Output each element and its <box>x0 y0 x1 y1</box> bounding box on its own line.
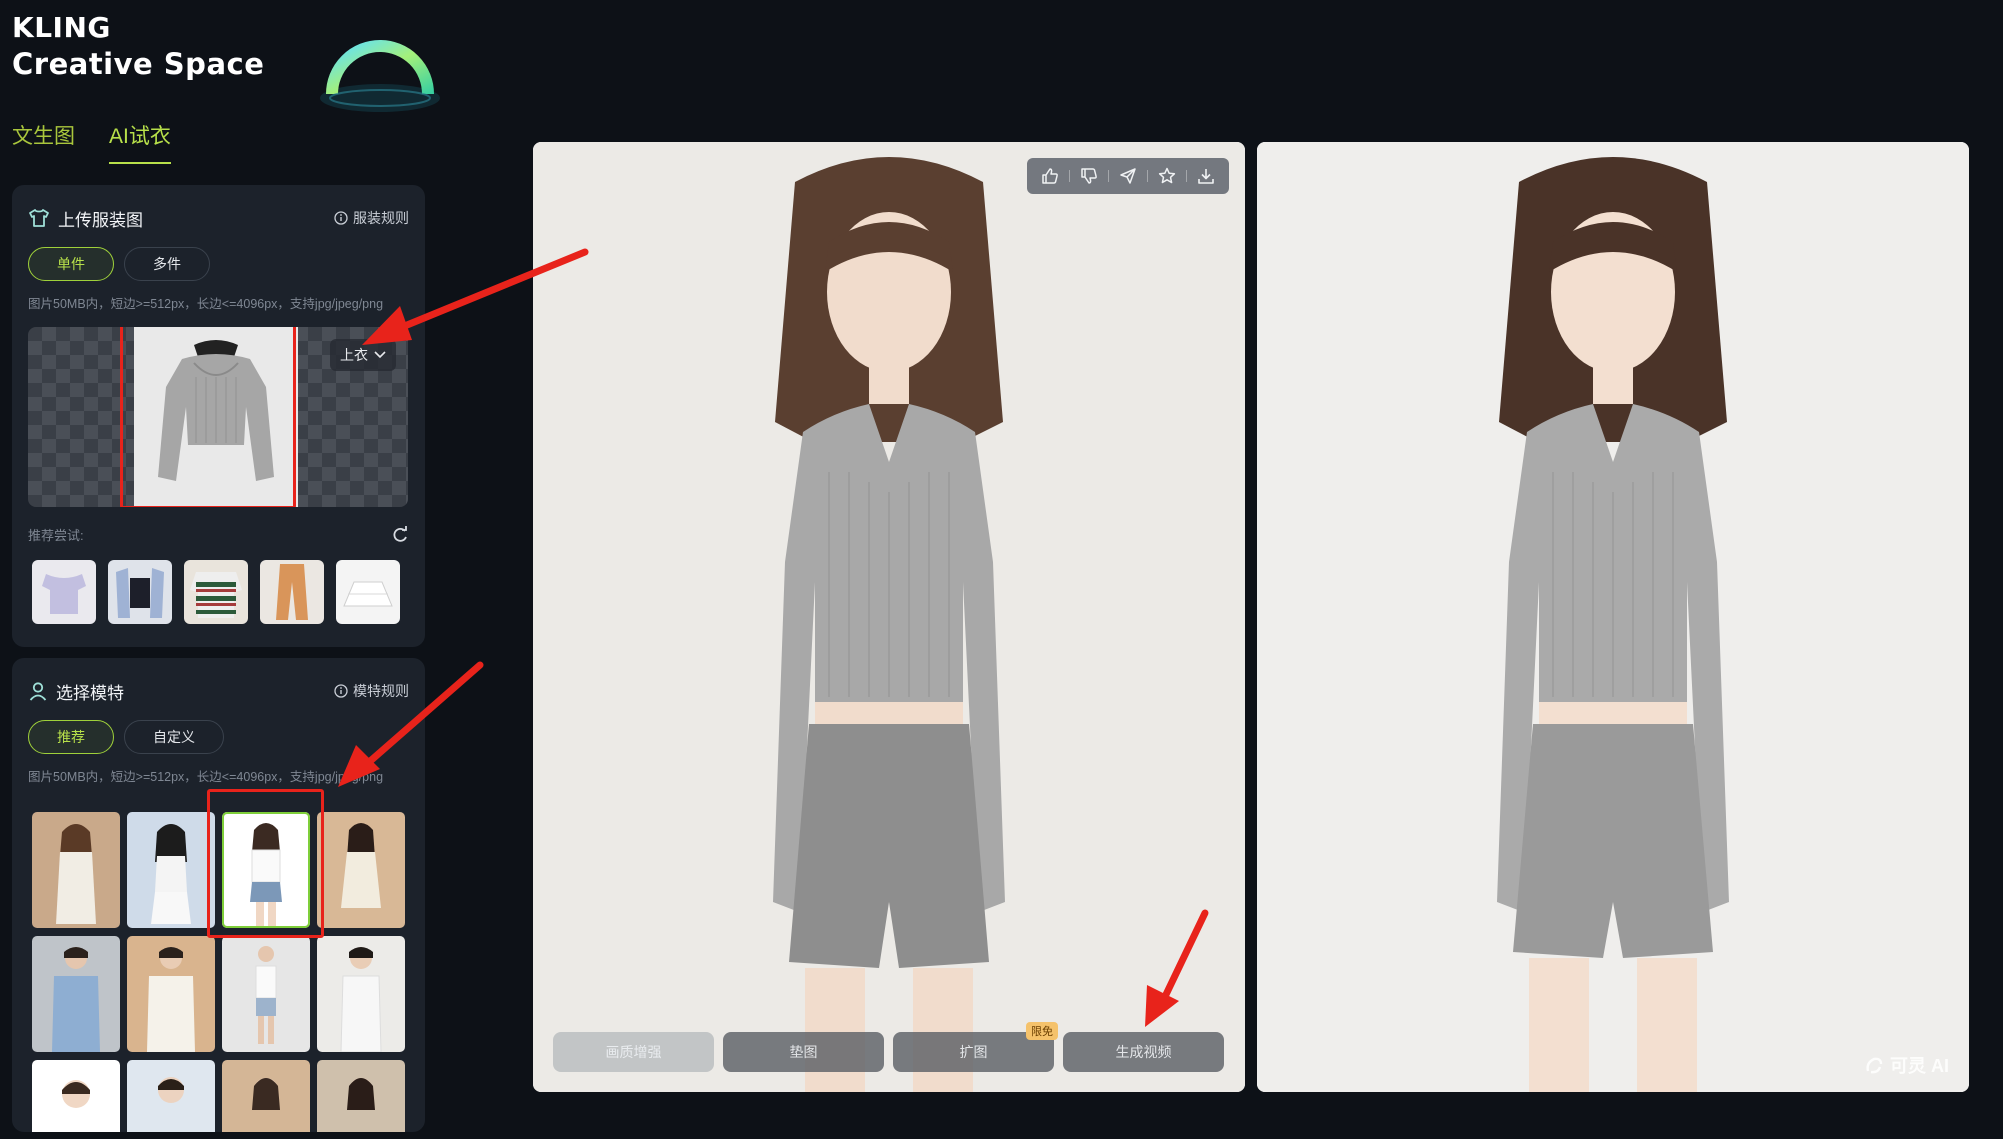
recommend-item-white-skirt[interactable] <box>336 560 400 624</box>
model-thumb[interactable] <box>127 936 215 1052</box>
shirt-icon <box>29 209 49 227</box>
custom-model-button[interactable]: 自定义 <box>124 720 224 754</box>
toolbar-divider <box>1147 170 1148 182</box>
model-thumb[interactable] <box>127 812 215 928</box>
brand-logo: KLING Creative Space <box>12 10 264 82</box>
image-toolbar <box>1027 158 1229 194</box>
model-thumb[interactable] <box>222 1060 310 1132</box>
recommend-item-denim-top[interactable] <box>108 560 172 624</box>
model-thumb[interactable] <box>317 936 405 1052</box>
toolbar-divider <box>1108 170 1109 182</box>
ring-illustration <box>320 40 440 112</box>
kling-logo-icon <box>1866 1057 1883 1074</box>
download-icon[interactable] <box>1193 163 1219 189</box>
tab-ai-tryon[interactable]: AI试衣 <box>109 120 171 164</box>
recommended-models-button[interactable]: 推荐 <box>28 720 114 754</box>
watermark: 可灵 AI <box>1864 1052 1949 1078</box>
recommend-item-orange-pants[interactable] <box>260 560 324 624</box>
result-image-original[interactable]: 画质增强 垫图 扩图 限免 生成视频 <box>533 142 1245 1092</box>
garment-highlight-box <box>120 327 296 507</box>
model-highlight-box <box>207 789 324 938</box>
watermark-text: 可灵 AI <box>1889 1056 1949 1076</box>
recommend-item-striped-polo[interactable] <box>184 560 248 624</box>
result-image-variant[interactable]: 可灵 AI <box>1257 142 1969 1092</box>
model-thumb[interactable] <box>32 936 120 1052</box>
generate-video-button[interactable]: 生成视频 <box>1063 1032 1224 1072</box>
thumbs-down-icon[interactable] <box>1076 163 1102 189</box>
category-value: 上衣 <box>340 347 368 363</box>
toolbar-divider <box>1186 170 1187 182</box>
tryon-photo <box>1257 142 1969 1092</box>
expand-image-button[interactable]: 扩图 限免 <box>893 1022 1058 1072</box>
person-icon <box>29 682 47 701</box>
recommend-item-purple-top[interactable] <box>32 560 96 624</box>
free-badge: 限免 <box>1026 1022 1058 1040</box>
model-thumb[interactable] <box>32 812 120 928</box>
tab-text-to-image[interactable]: 文生图 <box>12 120 75 164</box>
model-thumb[interactable] <box>317 812 405 928</box>
multi-item-button[interactable]: 多件 <box>124 247 210 281</box>
upload-garment-panel: 上传服装图 服装规则 单件 多件 图片50MB内，短边>=512px，长边<=4… <box>12 185 425 647</box>
enhance-quality-button[interactable]: 画质增强 <box>553 1032 714 1072</box>
model-thumb[interactable] <box>222 936 310 1052</box>
recommend-label: 推荐尝试: <box>28 528 84 543</box>
mode-tabs: 文生图 AI试衣 <box>12 120 171 164</box>
brand-line1: KLING <box>12 11 111 44</box>
model-select-panel: 选择模特 模特规则 推荐 自定义 图片50MB内，短边>=512px，长边<=4… <box>12 658 425 1132</box>
result-action-bar: 画质增强 垫图 扩图 限免 生成视频 <box>553 1022 1224 1072</box>
single-item-button[interactable]: 单件 <box>28 247 114 281</box>
refresh-icon[interactable] <box>391 525 409 544</box>
brand-line2: Creative Space <box>12 47 265 81</box>
expand-image-label: 扩图 <box>959 1044 988 1060</box>
garment-upload-area[interactable]: 上衣 <box>28 327 408 507</box>
star-icon[interactable] <box>1154 163 1180 189</box>
share-icon[interactable] <box>1115 163 1141 189</box>
garment-rules-label: 服装规则 <box>353 210 409 226</box>
upload-hint: 图片50MB内，短边>=512px，长边<=4096px，支持jpg/jpeg/… <box>28 297 384 311</box>
model-panel-title: 选择模特 <box>56 683 124 703</box>
model-thumb[interactable] <box>317 1060 405 1132</box>
model-thumb[interactable] <box>127 1060 215 1132</box>
chevron-down-icon <box>374 351 386 359</box>
category-dropdown[interactable]: 上衣 <box>330 339 396 371</box>
reference-image-button[interactable]: 垫图 <box>723 1032 884 1072</box>
info-icon <box>334 211 348 225</box>
info-icon <box>334 684 348 698</box>
recommend-list <box>32 560 400 624</box>
upload-panel-title: 上传服装图 <box>58 210 143 230</box>
thumbs-up-icon[interactable] <box>1037 163 1063 189</box>
model-hint: 图片50MB内，短边>=512px，长边<=4096px，支持jpg/jpeg/… <box>28 770 384 784</box>
model-rules-label: 模特规则 <box>353 683 409 699</box>
garment-rules-link[interactable]: 服装规则 <box>334 208 409 228</box>
tryon-photo <box>533 142 1245 1092</box>
model-thumb[interactable] <box>32 1060 120 1132</box>
model-rules-link[interactable]: 模特规则 <box>334 681 409 701</box>
toolbar-divider <box>1069 170 1070 182</box>
